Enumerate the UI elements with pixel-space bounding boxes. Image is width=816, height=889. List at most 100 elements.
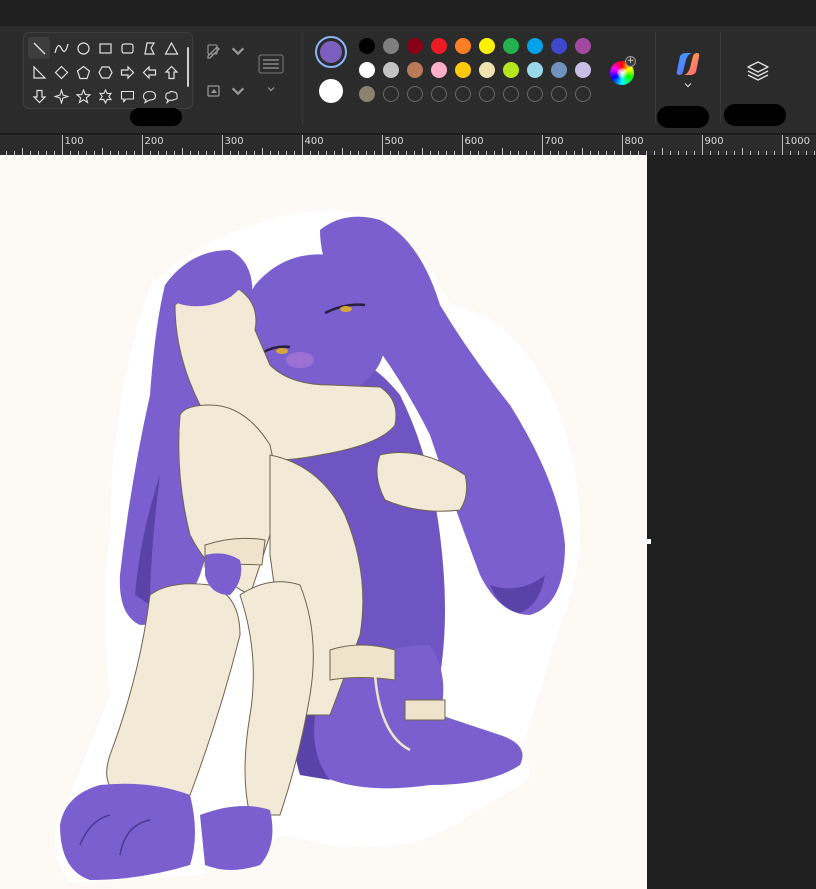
shape-pentagon-button[interactable] xyxy=(72,61,94,83)
palette-swatch[interactable] xyxy=(527,38,543,54)
ruler-label: 800 xyxy=(624,136,644,147)
ribbon-divider xyxy=(302,32,303,124)
pentagon-shape-icon xyxy=(76,65,90,79)
palette-swatch[interactable] xyxy=(383,38,399,54)
palette-swatch[interactable] xyxy=(359,86,375,102)
palette-swatch[interactable] xyxy=(575,38,591,54)
palette-swatch[interactable] xyxy=(455,62,471,78)
ribbon-divider xyxy=(655,32,656,124)
left-foot xyxy=(60,783,195,880)
chevron-down-icon xyxy=(231,47,245,56)
redacted-label xyxy=(724,104,786,126)
shapes-scrollbar[interactable] xyxy=(187,47,189,87)
six-point-star-shape-icon xyxy=(98,88,112,104)
palette-swatch[interactable] xyxy=(479,62,495,78)
shape-fill-button[interactable] xyxy=(205,82,247,100)
palette-swatch[interactable] xyxy=(527,62,543,78)
shape-oval-callout-button[interactable] xyxy=(138,85,160,107)
ruler-label: 100 xyxy=(64,136,84,147)
shape-down-arrow-button[interactable] xyxy=(28,85,50,107)
ribbon-divider xyxy=(720,32,721,124)
shape-curve-button[interactable] xyxy=(50,37,72,59)
ruler-label: 1000 xyxy=(784,136,810,147)
shape-polygon-button[interactable] xyxy=(138,37,160,59)
shape-right-arrow-button[interactable] xyxy=(116,61,138,83)
custom-color-slot[interactable] xyxy=(479,86,495,102)
ruler-ticks xyxy=(6,135,815,155)
shape-triangle-button[interactable] xyxy=(160,37,182,59)
chevron-down-icon[interactable] xyxy=(266,84,276,94)
layers-button[interactable] xyxy=(745,58,771,84)
title-bar xyxy=(0,0,816,26)
shape-rounded-rectangle-button[interactable] xyxy=(116,37,138,59)
custom-color-slot[interactable] xyxy=(551,86,567,102)
custom-color-slot[interactable] xyxy=(575,86,591,102)
ruler-label: 700 xyxy=(544,136,564,147)
shape-rect-callout-button[interactable] xyxy=(116,85,138,107)
shape-rectangle-button[interactable] xyxy=(94,37,116,59)
drawing-canvas[interactable] xyxy=(0,155,647,889)
ruler-label: 400 xyxy=(304,136,324,147)
shape-oval-button[interactable] xyxy=(72,37,94,59)
custom-color-slot[interactable] xyxy=(455,86,471,102)
palette-swatch[interactable] xyxy=(479,38,495,54)
palette-swatch[interactable] xyxy=(575,62,591,78)
palette-swatch[interactable] xyxy=(431,38,447,54)
left-arrow-shape-icon xyxy=(142,65,156,79)
shape-hexagon-button[interactable] xyxy=(94,61,116,83)
shape-diamond-button[interactable] xyxy=(50,61,72,83)
strap xyxy=(404,699,446,721)
shape-up-arrow-button[interactable] xyxy=(160,61,182,83)
ruler-label: 600 xyxy=(464,136,484,147)
hexagon-shape-icon xyxy=(97,65,113,79)
palette-swatch[interactable] xyxy=(359,38,375,54)
palette-swatch[interactable] xyxy=(455,38,471,54)
shape-four-point-star-button[interactable] xyxy=(50,85,72,107)
palette-swatch[interactable] xyxy=(383,62,399,78)
palette-swatch[interactable] xyxy=(431,62,447,78)
color1-selector[interactable] xyxy=(315,36,347,68)
custom-color-slot[interactable] xyxy=(383,86,399,102)
chevron-down-icon xyxy=(684,83,692,88)
shape-five-point-star-button[interactable] xyxy=(72,85,94,107)
cloud-callout-shape-icon xyxy=(164,90,178,104)
ruler-label: 200 xyxy=(144,136,164,147)
shapes-gallery xyxy=(23,32,193,109)
artwork xyxy=(55,210,580,883)
redacted-label xyxy=(130,108,182,126)
shape-left-arrow-button[interactable] xyxy=(138,61,160,83)
palette-swatch[interactable] xyxy=(359,62,375,78)
color2-selector[interactable] xyxy=(319,79,343,103)
palette-swatch[interactable] xyxy=(407,38,423,54)
shape-cloud-callout-button[interactable] xyxy=(160,85,182,107)
ruler-label: 300 xyxy=(224,136,244,147)
paint-app-window: + 100 200 300 400 500 600 700 800 900 10… xyxy=(0,0,816,889)
palette-swatch[interactable] xyxy=(407,62,423,78)
right-triangle-shape-icon xyxy=(32,65,46,79)
line-size-icon xyxy=(258,54,284,74)
palette-swatch[interactable] xyxy=(551,62,567,78)
right-foot xyxy=(200,806,273,870)
palette-swatch[interactable] xyxy=(551,38,567,54)
custom-color-slot[interactable] xyxy=(503,86,519,102)
palette-swatch[interactable] xyxy=(503,38,519,54)
custom-color-slot[interactable] xyxy=(431,86,447,102)
plus-icon: + xyxy=(625,56,636,67)
left-iris xyxy=(276,348,288,354)
line-size-button[interactable] xyxy=(258,54,284,76)
color1-swatch xyxy=(320,41,342,63)
oval-shape-icon xyxy=(76,41,90,55)
shape-right-triangle-button[interactable] xyxy=(28,61,50,83)
edit-colors-button[interactable]: + xyxy=(609,56,636,85)
ruler-label: 500 xyxy=(384,136,404,147)
shape-six-point-star-button[interactable] xyxy=(94,85,116,107)
chevron-down-icon xyxy=(231,87,245,96)
palette-swatch[interactable] xyxy=(503,62,519,78)
shape-outline-button[interactable] xyxy=(205,42,247,60)
copilot-button[interactable] xyxy=(674,50,702,90)
canvas-resize-handle[interactable] xyxy=(646,539,651,544)
shape-line-button[interactable] xyxy=(28,37,50,59)
canvas-workspace xyxy=(0,155,816,889)
custom-color-slot[interactable] xyxy=(527,86,543,102)
custom-color-slot[interactable] xyxy=(407,86,423,102)
